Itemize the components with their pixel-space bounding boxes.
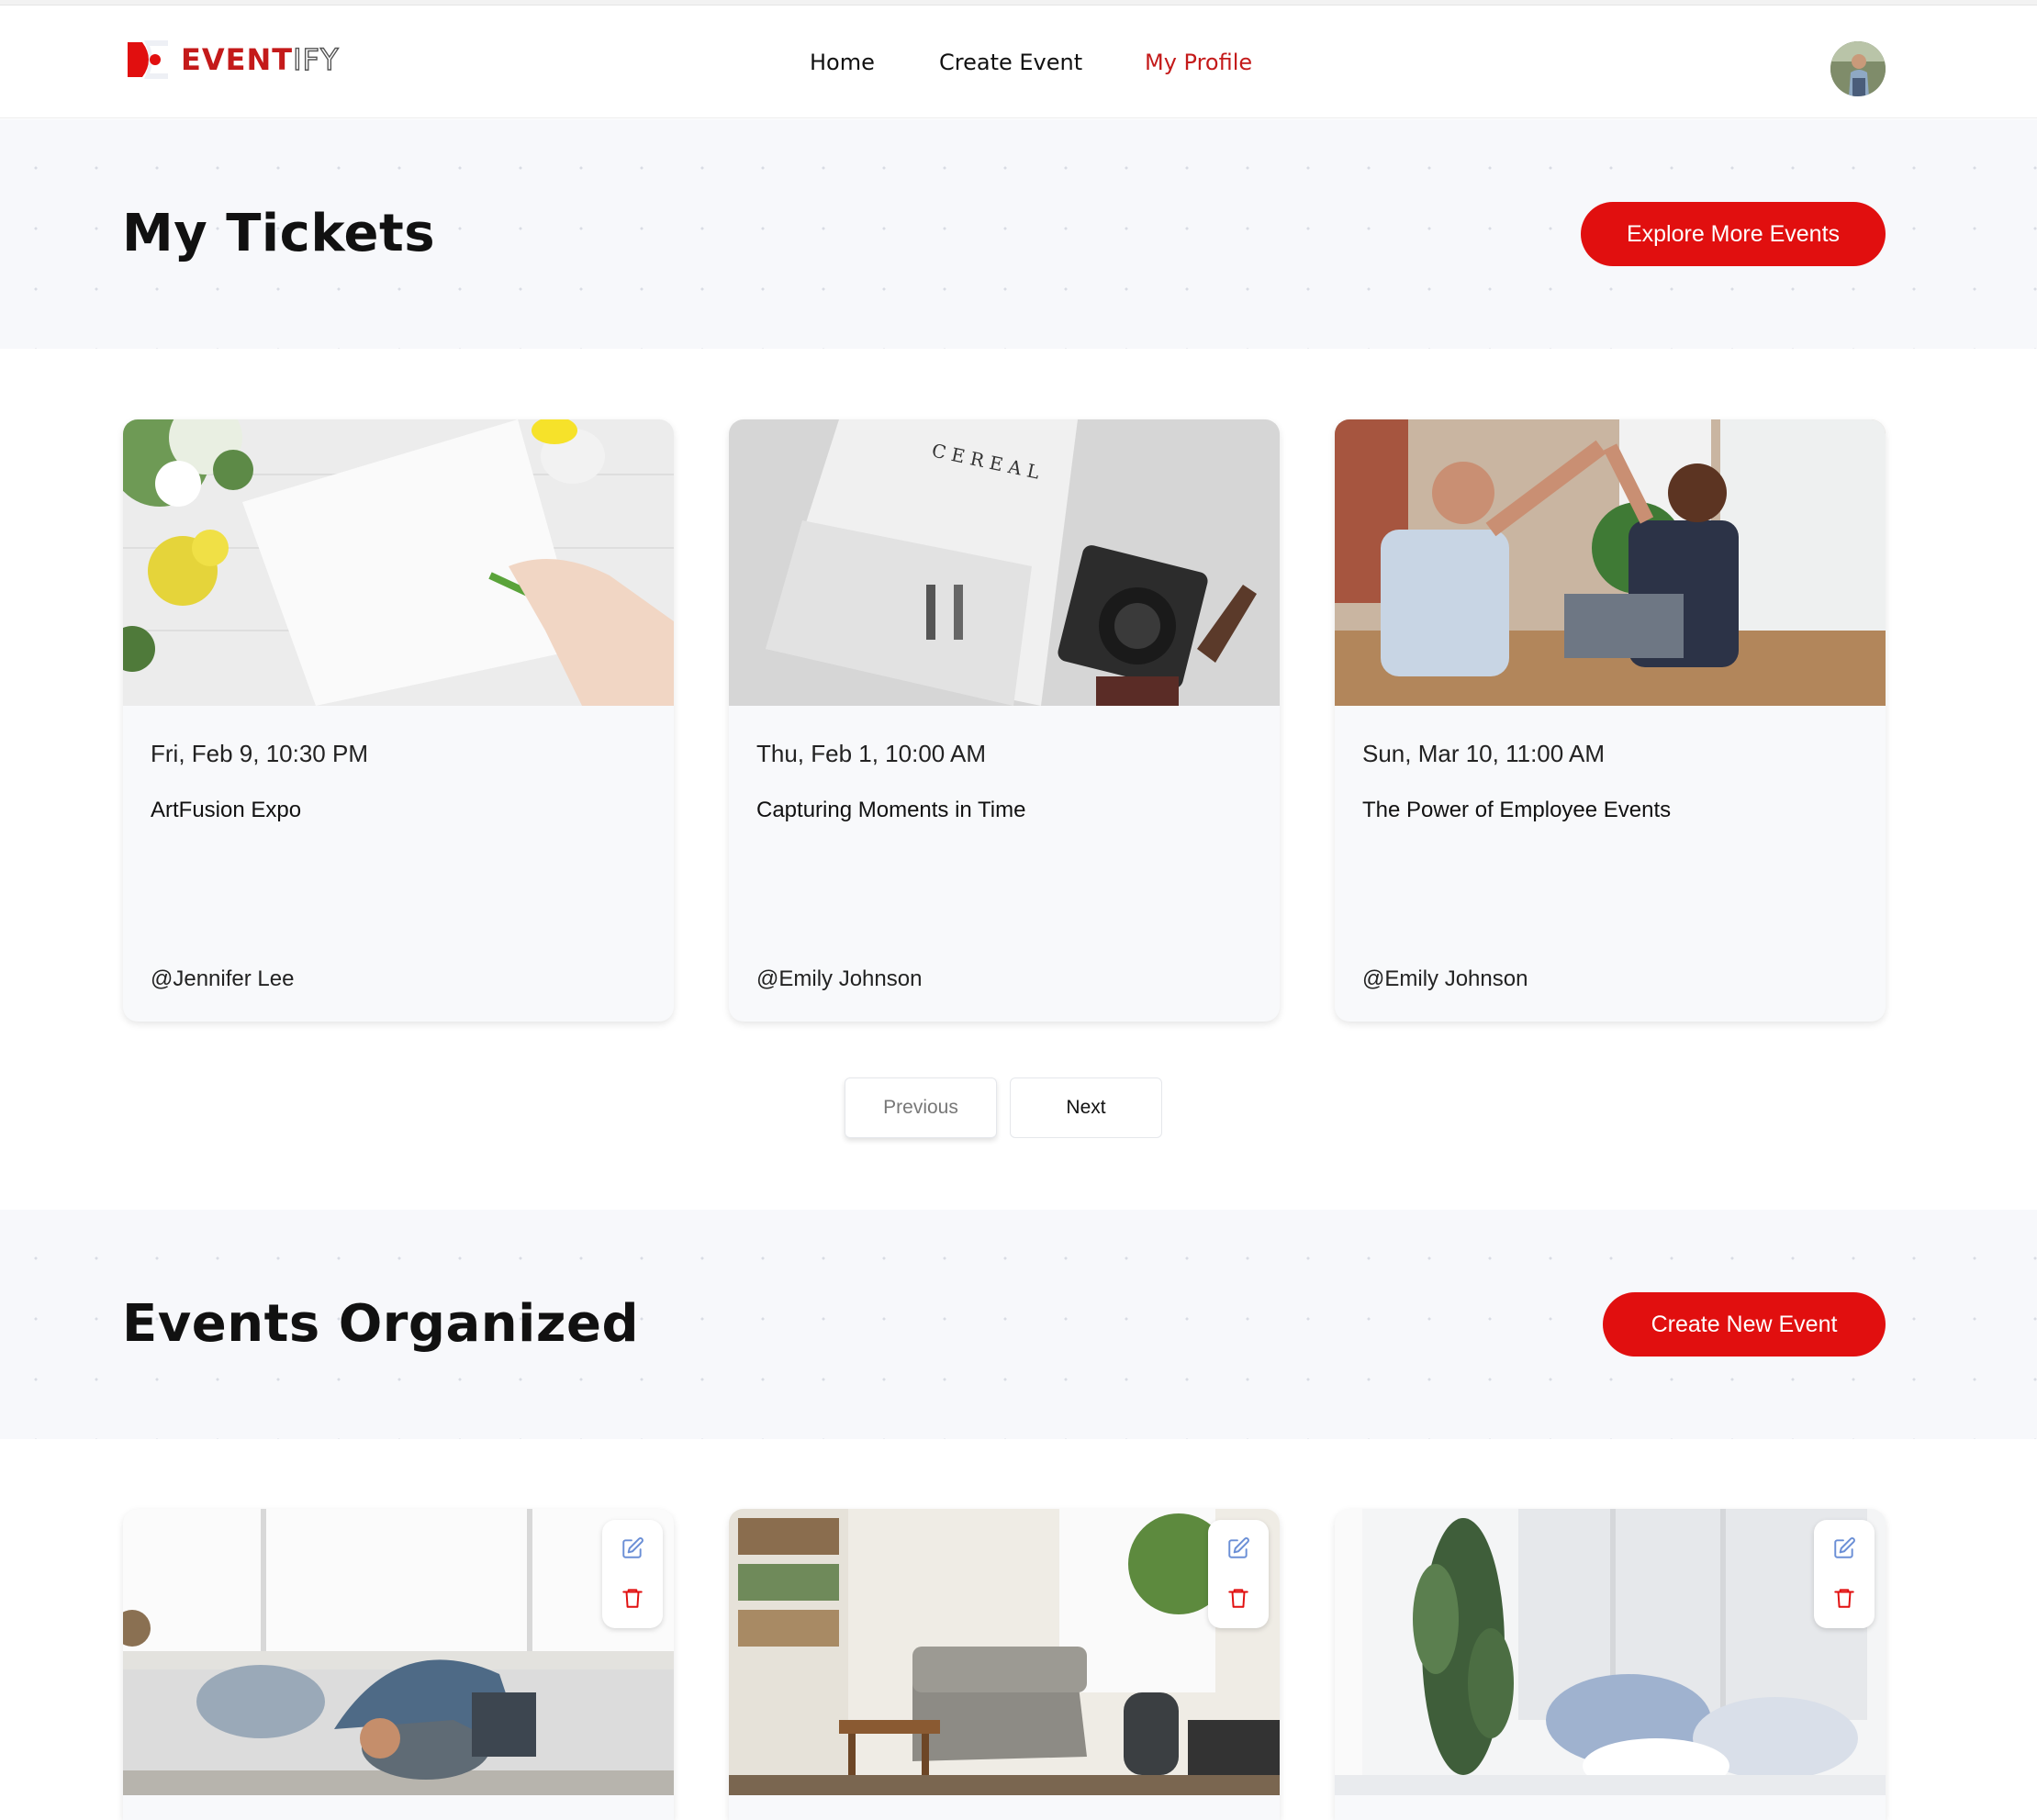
event-image <box>1335 1509 1886 1795</box>
nav-create-event[interactable]: Create Event <box>939 50 1082 75</box>
trash-icon[interactable] <box>1832 1586 1856 1610</box>
event-date: Fri, Feb 9, 10:30 PM <box>151 740 368 767</box>
nav-home[interactable]: Home <box>810 50 875 75</box>
organized-event-card[interactable] <box>123 1509 674 1820</box>
edit-icon[interactable] <box>1832 1536 1856 1560</box>
event-title: ArtFusion Expo <box>151 798 302 822</box>
create-new-event-button[interactable]: Create New Event <box>1603 1292 1886 1357</box>
event-organizer: @Jennifer Lee <box>151 966 295 991</box>
explore-more-events-button[interactable]: Explore More Events <box>1581 202 1886 266</box>
event-actions <box>1208 1520 1269 1628</box>
brand-logo[interactable]: EVENTIFY <box>122 37 339 83</box>
organized-banner: Events Organized Create New Event <box>0 1210 2037 1439</box>
brand-name: EVENTIFY <box>181 41 340 77</box>
section-title-events-organized: Events Organized <box>122 1294 640 1354</box>
edit-icon[interactable] <box>621 1536 644 1560</box>
event-image <box>123 419 674 706</box>
event-title: Capturing Moments in Time <box>756 798 1026 822</box>
event-date: Sun, Mar 10, 11:00 AM <box>1362 740 1605 767</box>
ticket-card[interactable]: Fri, Feb 9, 10:30 PM ArtFusion Expo @Jen… <box>123 419 674 1022</box>
event-date: Thu, Feb 1, 10:00 AM <box>756 740 987 767</box>
ticket-card[interactable]: Sun, Mar 10, 11:00 AM The Power of Emplo… <box>1335 419 1886 1022</box>
tickets-banner: My Tickets Explore More Events <box>0 119 2037 349</box>
event-image: C E R E A L <box>729 419 1280 706</box>
event-actions <box>1814 1520 1875 1628</box>
trash-icon[interactable] <box>621 1586 644 1610</box>
eventify-logo-icon <box>128 40 168 79</box>
user-avatar[interactable] <box>1830 41 1886 96</box>
brand-name-outline: IFY <box>292 41 340 77</box>
top-navbar: EVENTIFY Home Create Event My Profile <box>0 6 2037 118</box>
event-title: The Power of Employee Events <box>1362 798 1672 822</box>
brand-name-main: EVENT <box>181 42 294 77</box>
section-title-my-tickets: My Tickets <box>122 204 436 263</box>
event-image <box>1335 419 1886 706</box>
organized-event-card[interactable] <box>1335 1509 1886 1820</box>
pagination-next-button[interactable]: Next <box>1010 1077 1162 1138</box>
browser-top-strip <box>0 0 2037 6</box>
trash-icon[interactable] <box>1226 1586 1250 1610</box>
event-organizer: @Emily Johnson <box>1362 966 1528 991</box>
event-image <box>123 1509 674 1795</box>
pagination-previous-button[interactable]: Previous <box>845 1077 997 1138</box>
event-organizer: @Emily Johnson <box>756 966 923 991</box>
edit-icon[interactable] <box>1226 1536 1250 1560</box>
nav-my-profile[interactable]: My Profile <box>1145 50 1252 75</box>
ticket-card[interactable]: C E R E A L Thu, Feb 1, 10:00 AM Capturi… <box>729 419 1280 1022</box>
event-image <box>729 1509 1280 1795</box>
organized-event-card[interactable] <box>729 1509 1280 1820</box>
event-actions <box>602 1520 663 1628</box>
